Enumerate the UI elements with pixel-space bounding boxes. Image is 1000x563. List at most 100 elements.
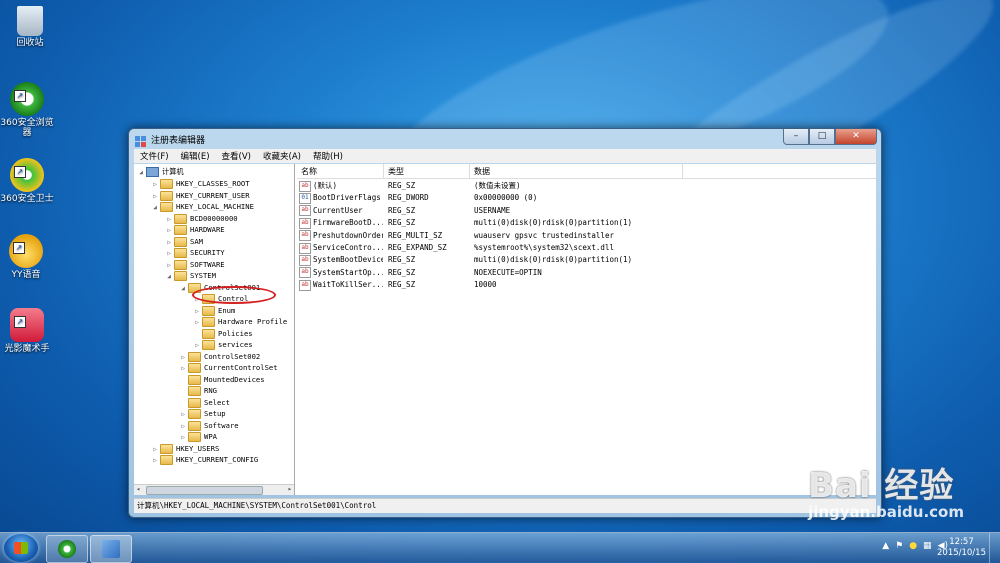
desktop-icon-label: 光影魔术手 [4, 344, 50, 354]
tree-item[interactable]: ▷ WPA [178, 431, 217, 442]
desktop-icon-360-security[interactable]: ↗ 360安全卫士 [0, 158, 57, 204]
shortcut-arrow-icon: ↗ [14, 316, 26, 328]
tree-item[interactable]: ▷ HKEY_CURRENT_USER [150, 190, 250, 201]
tree-item[interactable]: ▷ Software [178, 420, 239, 431]
folder-icon [174, 236, 187, 247]
menu-edit[interactable]: 编辑(E) [175, 150, 216, 162]
value-data: USERNAME [474, 205, 511, 215]
tree-item[interactable]: ▷ BCD00000000 [164, 213, 238, 224]
shortcut-arrow-icon: ↗ [14, 166, 26, 178]
taskbar-registry-editor[interactable] [90, 535, 132, 563]
minimize-button[interactable]: – [783, 129, 809, 145]
list-row[interactable]: ab FirmwareBootD... REG_SZ multi(0)disk(0… [297, 217, 876, 229]
menu-file[interactable]: 文件(F) [134, 150, 175, 162]
photo-tool-icon: ↗ [10, 308, 44, 342]
scrollbar-thumb[interactable] [146, 486, 263, 495]
column-header-data[interactable]: 数据 [474, 166, 490, 177]
scroll-left-icon[interactable]: ◂ [136, 485, 140, 493]
tree-label: SECURITY [190, 248, 225, 257]
tree-item[interactable]: ▷ Enum [192, 305, 235, 316]
tree-item[interactable]: ▷ SECURITY [164, 247, 225, 258]
string-value-icon: ab [299, 279, 311, 291]
scroll-right-icon[interactable]: ▸ [288, 485, 292, 493]
security-tray-icon[interactable]: ● [909, 541, 917, 551]
string-value-icon: ab [299, 242, 311, 254]
folder-icon [202, 317, 215, 327]
taskbar-360-browser[interactable] [46, 535, 88, 563]
tree-item[interactable]: Select [178, 397, 230, 408]
tree-horizontal-scrollbar[interactable]: ◂ ▸ [134, 484, 294, 495]
desktop-icon-photo-tool[interactable]: ↗ 光影魔术手 [0, 308, 57, 354]
show-desktop-button[interactable] [989, 533, 1000, 563]
show-hidden-icons-icon[interactable]: ▲ [882, 541, 889, 551]
values-list: 名称 类型 数据 ab (默认) REG_SZ (数值未设置) 01 BootDri… [297, 164, 876, 495]
start-button[interactable] [4, 534, 38, 562]
tree-label: MountedDevices [204, 374, 265, 384]
collapsed-arrow-icon: ▷ [167, 250, 171, 257]
tree-item[interactable]: ▷ ControlSet002 [178, 351, 260, 362]
tree-item[interactable]: Policies [192, 328, 253, 339]
network-icon[interactable]: ▦ [923, 541, 932, 551]
value-type: REG_SZ [388, 181, 416, 190]
tree-item[interactable]: ▷ Setup [178, 408, 226, 419]
collapsed-arrow-icon: ▷ [153, 457, 157, 464]
tree-item[interactable]: ▷ services [192, 339, 253, 350]
folder-icon [188, 397, 201, 408]
collapsed-arrow-icon: ▷ [167, 238, 171, 246]
list-row[interactable]: ab PreshutdownOrder REG_MULTI_SZ wuauserv… [297, 230, 876, 242]
folder-icon [160, 179, 173, 189]
tree-item[interactable]: ◢ HKEY_LOCAL_MACHINE [150, 201, 254, 212]
list-row[interactable]: ab SystemStartOp... REG_SZ NOEXECUTE=OPTI… [297, 267, 876, 279]
list-row[interactable]: ab SystemBootDevice REG_SZ multi(0)disk(0… [297, 254, 876, 266]
tree-label: SYSTEM [190, 271, 216, 280]
desktop-icon-360-browser[interactable]: ↗ 360安全浏览器 [0, 82, 57, 138]
value-name: PreshutdownOrder [313, 230, 383, 240]
value-type: REG_SZ [388, 255, 416, 265]
tree-item[interactable]: ▷ HKEY_USERS [150, 443, 219, 454]
column-header-name[interactable]: 名称 [301, 166, 317, 177]
clock[interactable]: 12:57 2015/10/15 [937, 537, 986, 559]
tree-item[interactable]: RNG [178, 385, 217, 396]
menu-favorites[interactable]: 收藏夹(A) [257, 150, 307, 162]
title-bar[interactable]: 注册表编辑器 – □ ✕ [129, 129, 881, 149]
tree-item[interactable]: ▷ Hardware Profile [192, 316, 287, 327]
string-value-icon: ab [299, 230, 311, 242]
list-row[interactable]: 01 BootDriverFlags REG_DWORD 0x00000000 (… [297, 192, 876, 204]
tree-item[interactable]: ▷ SOFTWARE [164, 259, 225, 270]
tree-item[interactable]: ▷ SAM [164, 236, 203, 247]
menu-view[interactable]: 查看(V) [216, 150, 257, 162]
tree-label: HKEY_LOCAL_MACHINE [176, 202, 254, 211]
tree-label: Select [204, 397, 230, 407]
desktop-icon-recycle-bin[interactable]: 回收站 [0, 6, 60, 48]
list-row[interactable]: ab (默认) REG_SZ (数值未设置) [297, 180, 876, 192]
tree-item[interactable]: ▷ HKEY_CLASSES_ROOT [150, 178, 250, 189]
column-header-type[interactable]: 类型 [388, 166, 404, 177]
tree-label: ControlSet002 [204, 351, 261, 361]
tree-item[interactable]: MountedDevices [178, 374, 265, 385]
tree-item[interactable]: ◢ SYSTEM [164, 270, 216, 281]
close-button[interactable]: ✕ [835, 129, 877, 145]
tree-item[interactable]: ▷ CurrentControlSet [178, 362, 278, 373]
menu-help[interactable]: 帮助(H) [307, 150, 349, 162]
tree-label: WPA [204, 432, 217, 441]
tree-item[interactable]: ▷ HARDWARE [164, 224, 225, 235]
folder-icon [188, 432, 201, 442]
list-row[interactable]: ab CurrentUser REG_SZ USERNAME [297, 205, 876, 217]
desktop-icon-yy-voice[interactable]: ↗ YY语音 [0, 234, 56, 280]
tree-item[interactable]: ▷ HKEY_CURRENT_CONFIG [150, 454, 258, 465]
folder-icon [188, 409, 201, 419]
tree-item-computer[interactable]: ◢ 计算机 [136, 166, 184, 177]
list-row[interactable]: ab WaitToKillSer... REG_SZ 10000 [297, 279, 876, 291]
list-row[interactable]: ab ServiceContro... REG_EXPAND_SZ %system… [297, 242, 876, 254]
tree-label: RNG [204, 386, 217, 395]
string-value-icon: ab [299, 180, 311, 192]
shortcut-arrow-icon: ↗ [14, 90, 26, 102]
expanded-arrow-icon: ◢ [153, 204, 157, 211]
string-value-icon: ab [299, 205, 311, 217]
registry-tree: ◢ 计算机 ▷ HKEY_CLASSES_ROOT ▷ HKEY_CURRENT_US… [134, 164, 295, 495]
registry-editor-icon [135, 133, 147, 147]
maximize-button[interactable]: □ [809, 129, 835, 145]
tree-label: Policies [218, 328, 253, 338]
collapsed-arrow-icon: ▷ [167, 261, 171, 269]
flag-icon[interactable]: ⚑ [895, 541, 903, 551]
